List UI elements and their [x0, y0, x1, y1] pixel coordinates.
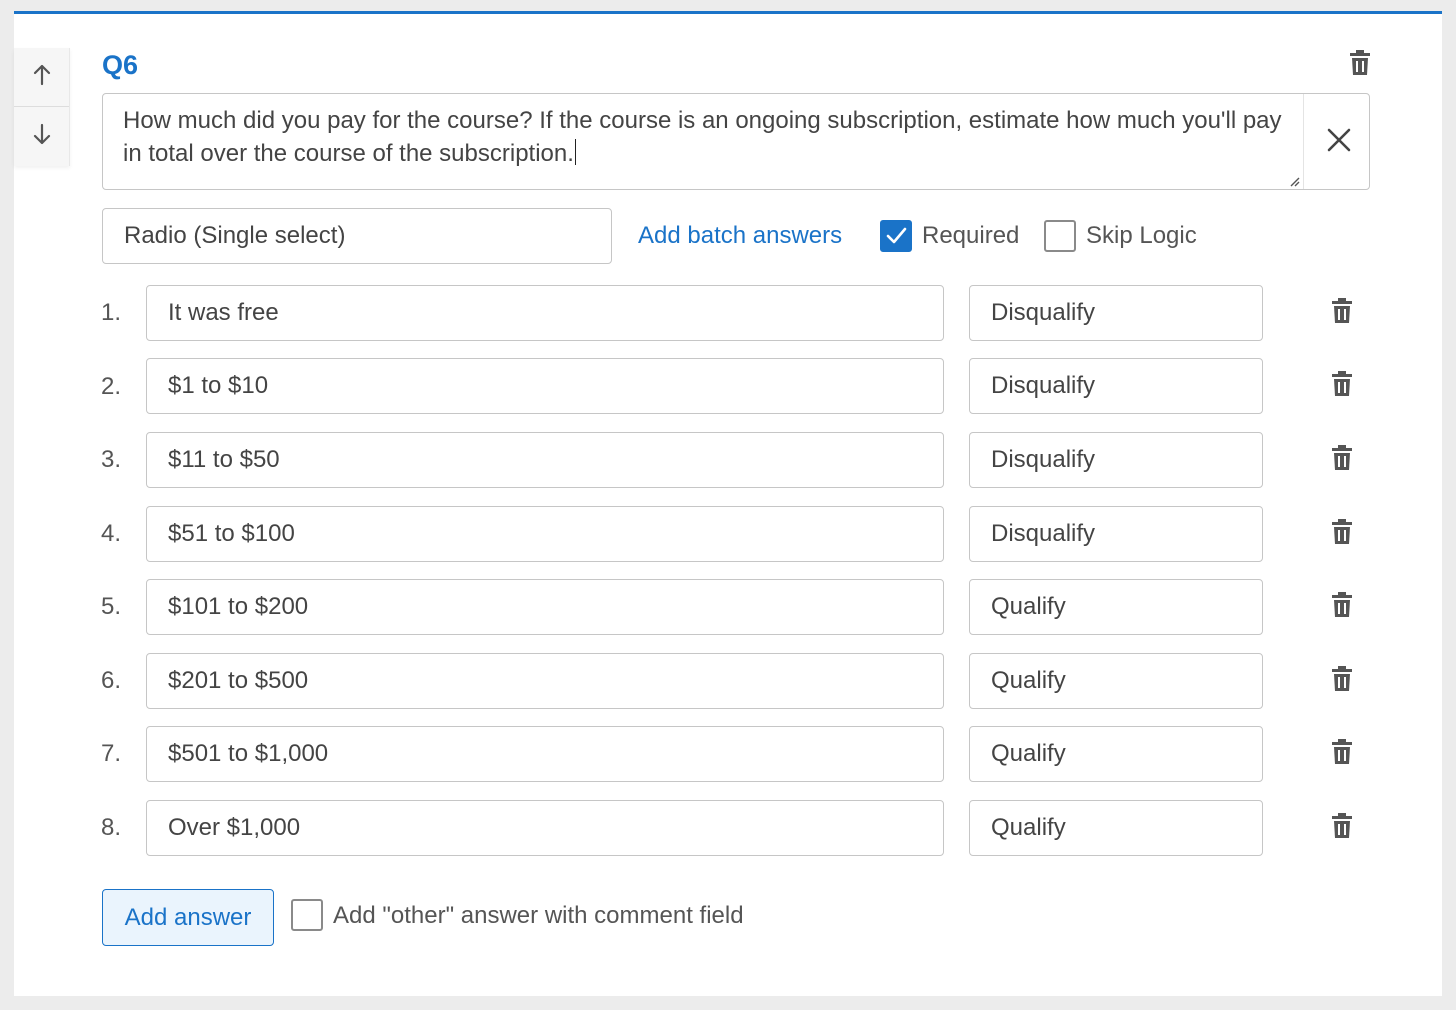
- required-checkbox[interactable]: [880, 220, 912, 252]
- answer-input[interactable]: $101 to $200: [146, 579, 944, 635]
- answer-input[interactable]: $201 to $500: [146, 653, 944, 709]
- answer-number: 6.: [101, 667, 122, 694]
- trash-icon: [1331, 738, 1353, 770]
- qualify-select[interactable]: Qualify: [969, 653, 1263, 709]
- arrow-up-icon: [32, 64, 52, 91]
- delete-answer-button[interactable]: [1324, 516, 1360, 552]
- other-answer-label: Add "other" answer with comment field: [333, 902, 744, 929]
- qualify-select[interactable]: Disqualify: [969, 506, 1263, 562]
- answer-number: 1.: [101, 299, 122, 326]
- trash-icon: [1331, 518, 1353, 550]
- textarea-divider: [1303, 94, 1304, 189]
- answer-number: 8.: [101, 814, 122, 841]
- question-text-value: How much did you pay for the course? If …: [123, 107, 1282, 167]
- trash-icon: [1331, 665, 1353, 697]
- qualify-select[interactable]: Disqualify: [969, 285, 1263, 341]
- trash-icon: [1349, 49, 1371, 81]
- add-batch-answers-link[interactable]: Add batch answers: [638, 222, 842, 250]
- answer-number: 4.: [101, 520, 122, 547]
- delete-answer-button[interactable]: [1324, 589, 1360, 625]
- delete-answer-button[interactable]: [1324, 736, 1360, 772]
- delete-answer-button[interactable]: [1324, 663, 1360, 699]
- text-cursor: [574, 139, 576, 165]
- question-type-select[interactable]: Radio (Single select): [102, 208, 612, 264]
- question-number: Q6: [102, 50, 139, 80]
- qualify-select[interactable]: Qualify: [969, 800, 1263, 856]
- answer-input[interactable]: It was free: [146, 285, 944, 341]
- answer-number: 5.: [101, 593, 122, 620]
- checkmark-icon: [886, 227, 907, 244]
- trash-icon: [1331, 370, 1353, 402]
- trash-icon: [1331, 812, 1353, 844]
- answer-input[interactable]: $51 to $100: [146, 506, 944, 562]
- delete-answer-button[interactable]: [1324, 295, 1360, 331]
- trash-icon: [1331, 444, 1353, 476]
- answer-input[interactable]: $11 to $50: [146, 432, 944, 488]
- delete-answer-button[interactable]: [1324, 442, 1360, 478]
- delete-answer-button[interactable]: [1324, 368, 1360, 404]
- trash-icon: [1331, 297, 1353, 329]
- qualify-select[interactable]: Qualify: [969, 579, 1263, 635]
- answer-input[interactable]: Over $1,000: [146, 800, 944, 856]
- delete-question-button[interactable]: [1342, 47, 1378, 83]
- move-down-button[interactable]: [14, 107, 69, 165]
- answer-number: 7.: [101, 740, 122, 767]
- reorder-controls: [14, 48, 70, 166]
- qualify-select[interactable]: Disqualify: [969, 432, 1263, 488]
- qualify-select[interactable]: Disqualify: [969, 358, 1263, 414]
- qualify-select[interactable]: Qualify: [969, 726, 1263, 782]
- arrow-down-icon: [32, 123, 52, 150]
- close-icon: [1327, 128, 1351, 157]
- required-label: Required: [922, 222, 1020, 249]
- question-text-field[interactable]: How much did you pay for the course? If …: [102, 93, 1370, 190]
- answer-number: 2.: [101, 373, 122, 400]
- skip-logic-checkbox[interactable]: [1044, 220, 1076, 252]
- resize-handle-icon[interactable]: [1288, 174, 1300, 192]
- clear-question-button[interactable]: [1319, 114, 1359, 170]
- answer-input[interactable]: $501 to $1,000: [146, 726, 944, 782]
- answer-input[interactable]: $1 to $10: [146, 358, 944, 414]
- move-up-button[interactable]: [14, 48, 69, 107]
- delete-answer-button[interactable]: [1324, 810, 1360, 846]
- answer-number: 3.: [101, 446, 122, 473]
- other-answer-checkbox[interactable]: [291, 899, 323, 931]
- trash-icon: [1331, 591, 1353, 623]
- add-answer-button[interactable]: Add answer: [102, 889, 274, 946]
- skip-logic-label: Skip Logic: [1086, 222, 1197, 249]
